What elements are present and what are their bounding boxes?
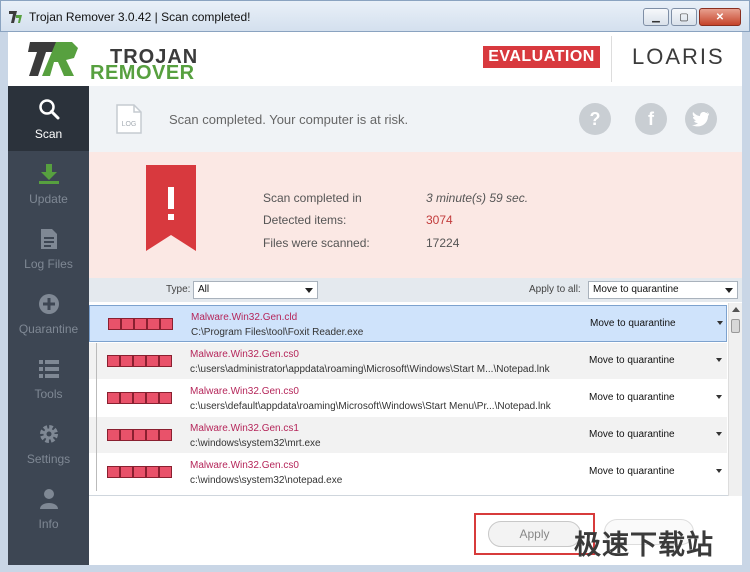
sidebar-item-update[interactable]: Update <box>8 151 89 216</box>
maximize-button[interactable]: ▢ <box>671 8 697 26</box>
sidebar-item-label: Scan <box>34 127 63 141</box>
chevron-down-icon[interactable] <box>716 358 722 362</box>
loaris-logo[interactable]: LOARIS <box>632 44 725 70</box>
title-bar: Trojan Remover 3.0.42 | Scan completed! … <box>0 0 750 32</box>
threat-path: C:\Program Files\tool\Foxit Reader.exe <box>191 327 364 338</box>
facebook-icon[interactable]: f <box>635 103 667 135</box>
filter-bar: Type: All Apply to all: Move to quaranti… <box>89 278 742 302</box>
threat-name: Malware.Win32.Gen.cs0 <box>190 386 299 397</box>
sidebar-item-info[interactable]: Info <box>8 476 89 541</box>
severity-indicator <box>107 392 172 404</box>
sidebar-item-scan[interactable]: Scan <box>8 86 89 151</box>
sidebar-item-log-files[interactable]: Log Files <box>8 216 89 281</box>
chevron-down-icon[interactable] <box>716 432 722 436</box>
table-row[interactable]: Malware.Win32.Gen.cld C:\Program Files\t… <box>89 305 727 342</box>
list-icon <box>39 360 59 378</box>
close-button[interactable]: ✕ <box>699 8 741 26</box>
action-select[interactable]: Move to quarantine <box>590 318 676 329</box>
action-select[interactable]: Move to quarantine <box>589 466 675 477</box>
detected-items-label: Detected items: <box>263 213 347 227</box>
severity-indicator <box>108 318 173 330</box>
sidebar-item-quarantine[interactable]: Quarantine <box>8 281 89 346</box>
help-icon[interactable]: ? <box>579 103 611 135</box>
search-icon <box>39 99 60 120</box>
files-scanned-value: 17224 <box>426 236 460 250</box>
minimize-button[interactable]: ▁ <box>643 8 669 26</box>
sidebar: Scan Update Log Files Quarantine Tools S… <box>8 86 89 565</box>
apply-all-select[interactable]: Move to quarantine <box>588 281 738 299</box>
type-filter-select[interactable]: All <box>193 281 318 299</box>
sidebar-item-settings[interactable]: Settings <box>8 411 89 476</box>
trojan-remover-logo: TROJAN REMOVER <box>28 38 197 84</box>
document-icon <box>41 229 57 249</box>
status-bar: LOG Scan completed. Your computer is at … <box>89 86 742 152</box>
sidebar-item-label: Log Files <box>24 257 73 271</box>
scroll-thumb[interactable] <box>731 319 740 333</box>
sidebar-item-label: Tools <box>34 387 63 401</box>
logo-mark-icon <box>28 42 78 76</box>
alert-banner-icon <box>146 165 196 251</box>
scan-time-label: Scan completed in <box>263 191 362 205</box>
type-filter-label: Type: <box>166 284 191 295</box>
threat-path: c:\windows\system32\mrt.exe <box>190 438 321 449</box>
scan-time-value: 3 minute(s) 59 sec. <box>426 191 529 205</box>
sidebar-item-label: Settings <box>26 452 71 466</box>
logo-text-remover: REMOVER <box>90 62 195 84</box>
chevron-down-icon <box>725 288 733 293</box>
window-title: Trojan Remover 3.0.42 | Scan completed! <box>29 10 251 24</box>
action-select[interactable]: Move to quarantine <box>589 392 675 403</box>
apply-button[interactable]: Apply <box>488 521 581 547</box>
severity-indicator <box>107 466 172 478</box>
app-header: TROJAN REMOVER EVALUATION LOARIS <box>8 32 742 86</box>
watermark-text: 极速下载站 <box>574 530 714 560</box>
scroll-up-icon[interactable] <box>732 307 740 312</box>
log-file-icon[interactable]: LOG <box>116 104 142 134</box>
evaluation-badge: EVALUATION <box>483 46 600 68</box>
threat-name: Malware.Win32.Gen.cs1 <box>190 423 299 434</box>
threat-list: Malware.Win32.Gen.cld C:\Program Files\t… <box>89 303 742 496</box>
detected-items-value: 3074 <box>426 213 453 227</box>
plus-circle-icon <box>39 294 59 314</box>
chevron-down-icon[interactable] <box>717 321 723 325</box>
action-select[interactable]: Move to quarantine <box>589 355 675 366</box>
chevron-down-icon <box>305 288 313 293</box>
sidebar-item-tools[interactable]: Tools <box>8 346 89 411</box>
severity-indicator <box>107 355 172 367</box>
threat-list-scrollbar[interactable] <box>728 303 742 496</box>
severity-indicator <box>107 429 172 441</box>
header-divider <box>611 36 612 82</box>
scan-status-message: Scan completed. Your computer is at risk… <box>169 112 409 127</box>
scan-summary: Scan completed in 3 minute(s) 59 sec. De… <box>89 152 742 278</box>
sidebar-item-label: Info <box>38 517 59 531</box>
threat-name: Malware.Win32.Gen.cld <box>191 312 298 323</box>
threat-name: Malware.Win32.Gen.cs0 <box>190 460 299 471</box>
table-row[interactable]: Malware.Win32.Gen.cs0 c:\windows\system3… <box>89 454 727 491</box>
gear-icon <box>40 425 58 443</box>
table-row[interactable]: Malware.Win32.Gen.cs1 c:\windows\system3… <box>89 417 727 454</box>
threat-path: c:\users\administrator\appdata\roaming\M… <box>190 364 550 375</box>
main-panel: LOG Scan completed. Your computer is at … <box>89 86 742 565</box>
chevron-down-icon[interactable] <box>716 395 722 399</box>
sidebar-item-label: Update <box>29 192 68 206</box>
threat-name: Malware.Win32.Gen.cs0 <box>190 349 299 360</box>
twitter-icon[interactable] <box>685 103 717 135</box>
user-icon <box>40 489 58 509</box>
action-select[interactable]: Move to quarantine <box>589 429 675 440</box>
files-scanned-label: Files were scanned: <box>263 236 370 250</box>
svg-text:LOG: LOG <box>122 121 137 128</box>
threat-path: c:\users\default\appdata\roaming\Microso… <box>190 401 551 412</box>
apply-all-label: Apply to all: <box>529 284 581 295</box>
threat-path: c:\windows\system32\notepad.exe <box>190 475 343 486</box>
table-row[interactable]: Malware.Win32.Gen.cs0 c:\users\administr… <box>89 343 727 380</box>
table-row[interactable]: Malware.Win32.Gen.cs0 c:\users\default\a… <box>89 380 727 417</box>
sidebar-item-label: Quarantine <box>18 322 79 336</box>
download-icon <box>39 164 59 184</box>
app-icon <box>9 11 22 23</box>
chevron-down-icon[interactable] <box>716 469 722 473</box>
